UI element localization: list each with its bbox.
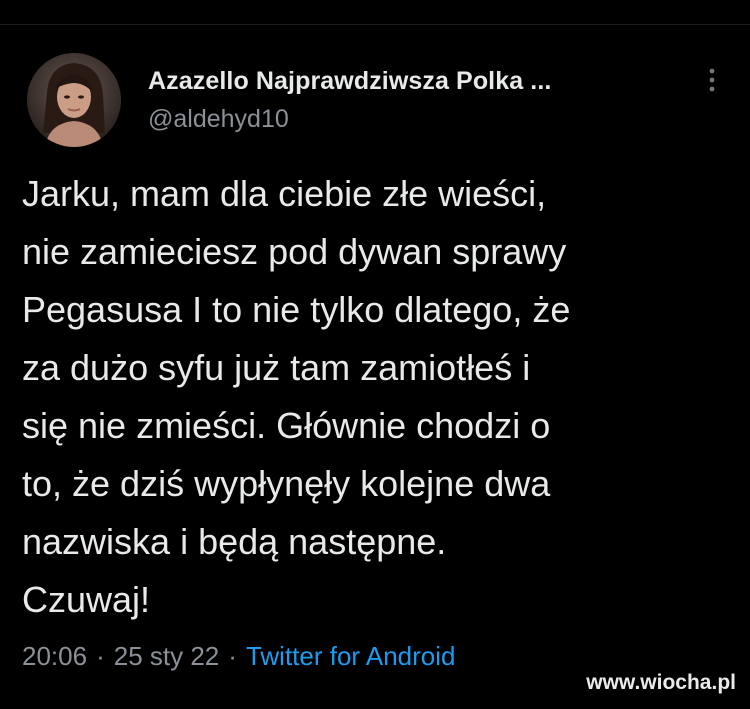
- author-name-row[interactable]: Azazello Najprawdziwsza Polka ...: [148, 61, 551, 101]
- tweet-time[interactable]: 20:06: [22, 641, 87, 672]
- watermark: www.wiocha.pl: [586, 671, 736, 694]
- author-display-name[interactable]: Azazello Najprawdziwsza Polka ...: [148, 67, 551, 96]
- tweet-meta: 20:06 · 25 sty 22 · Twitter for Android: [22, 641, 455, 672]
- meta-separator: ·: [96, 641, 105, 671]
- top-divider: [0, 0, 750, 25]
- author-handle[interactable]: @aldehyd10: [148, 105, 289, 134]
- meta-separator: ·: [228, 641, 237, 671]
- tweet-card: Azazello Najprawdziwsza Polka ... @aldeh…: [0, 25, 750, 709]
- avatar[interactable]: [27, 53, 121, 147]
- tweet-source-link[interactable]: Twitter for Android: [246, 641, 456, 672]
- more-options-button[interactable]: [700, 63, 724, 97]
- tweet-date[interactable]: 25 sty 22: [114, 641, 220, 672]
- tweet-text: Jarku, mam dla ciebie złe wieści, nie za…: [22, 173, 571, 620]
- more-vertical-icon: [709, 68, 715, 92]
- profile-photo-icon: [27, 53, 121, 147]
